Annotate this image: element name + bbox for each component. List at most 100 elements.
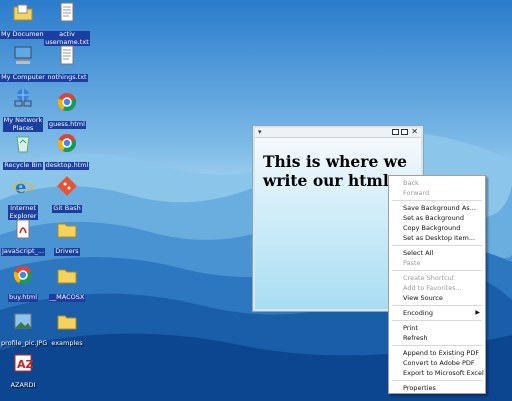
menu-item-append-to-existing-pdf[interactable]: Append to Existing PDF xyxy=(389,348,485,358)
system-menu-icon[interactable]: ▾ xyxy=(258,128,262,136)
desktop-icon-label: My Computer xyxy=(0,73,46,82)
azardi-icon: AZ xyxy=(12,353,34,373)
folder-icon xyxy=(56,219,78,239)
desktop-icon-label: Internet Explorer xyxy=(8,204,38,220)
git-bash-icon xyxy=(56,176,78,196)
chrome-icon xyxy=(12,265,34,285)
desktop-icon[interactable]: JavaScript_... xyxy=(0,219,46,256)
desktop-icon[interactable]: activ username.txt xyxy=(44,2,90,46)
desktop-icon-label: nothings.txt xyxy=(46,73,88,82)
chrome-icon xyxy=(56,92,78,112)
desktop-icon-label: guess.html xyxy=(48,120,86,129)
menu-item-label: Print xyxy=(403,324,418,332)
desktop-icon[interactable]: __MACOSX xyxy=(44,265,90,302)
menu-separator xyxy=(392,320,482,321)
desktop-icon-label: desktop.html xyxy=(44,161,90,170)
desktop-icon-label: My Network Places xyxy=(2,116,44,132)
desktop-icon-label: Drivers xyxy=(54,247,80,256)
menu-item-label: Add to Favorites... xyxy=(403,284,462,292)
desktop-icon-label: Git Bash xyxy=(52,204,82,213)
menu-item-select-all[interactable]: Select All xyxy=(389,248,485,258)
desktop-icon[interactable]: Git Bash xyxy=(44,176,90,213)
desktop-icon-label: examples xyxy=(51,339,83,347)
desktop-icon-label: JavaScript_... xyxy=(0,247,46,256)
menu-item-paste: Paste xyxy=(389,258,485,268)
desktop-icon[interactable]: e Internet Explorer xyxy=(0,176,46,220)
folder-icon xyxy=(56,265,78,285)
desktop-icon[interactable]: buy.html xyxy=(0,265,46,302)
menu-item-label: Paste xyxy=(403,259,421,267)
desktop-icon[interactable]: profile_pic.JPG xyxy=(0,311,48,348)
desktop-icon[interactable]: My Documents xyxy=(0,2,51,39)
menu-item-label: Save Background As... xyxy=(403,204,476,212)
menu-separator xyxy=(392,200,482,201)
svg-text:AZ: AZ xyxy=(17,358,34,371)
internet-explorer-icon: e xyxy=(12,176,34,198)
menu-separator xyxy=(392,345,482,346)
minimize-button[interactable] xyxy=(392,129,399,135)
menu-item-label: Convert to Adobe PDF xyxy=(403,359,475,367)
menu-item-view-source[interactable]: View Source xyxy=(389,293,485,303)
menu-item-print[interactable]: Print xyxy=(389,323,485,333)
computer-icon xyxy=(12,45,34,65)
submenu-arrow-icon: ▶ xyxy=(475,309,480,316)
menu-item-label: Back xyxy=(403,179,419,187)
desktop-icon[interactable]: AZ AZARDI xyxy=(0,353,46,390)
menu-item-create-shortcut: Create Shortcut xyxy=(389,273,485,283)
desktop-icon[interactable]: nothings.txt xyxy=(44,45,90,82)
menu-item-copy-background[interactable]: Copy Background xyxy=(389,223,485,233)
menu-item-convert-to-adobe-pdf[interactable]: Convert to Adobe PDF xyxy=(389,358,485,368)
text-file-icon xyxy=(56,45,78,65)
close-button[interactable]: ✕ xyxy=(411,127,418,136)
menu-item-set-as-desktop-item[interactable]: Set as Desktop Item... xyxy=(389,233,485,243)
desktop-icon-label: buy.html xyxy=(7,293,39,302)
menu-item-label: Encoding xyxy=(403,309,433,317)
folder-icon xyxy=(56,311,78,331)
menu-item-set-as-background[interactable]: Set as Background xyxy=(389,213,485,223)
menu-separator xyxy=(392,380,482,381)
menu-item-label: Export to Microsoft Excel xyxy=(403,369,484,377)
desktop-icon-label: My Documents xyxy=(0,30,51,39)
menu-item-label: Forward xyxy=(403,189,430,197)
desktop-icon[interactable]: Drivers xyxy=(44,219,90,256)
menu-item-properties[interactable]: Properties xyxy=(389,383,485,393)
desktop-icon-label: __MACOSX xyxy=(48,293,86,302)
menu-separator xyxy=(392,245,482,246)
menu-item-encoding[interactable]: Encoding ▶ xyxy=(389,308,485,318)
maximize-button[interactable] xyxy=(401,129,408,135)
desktop-icon[interactable]: My Computer xyxy=(0,45,46,82)
desktop-icon-label: Recycle Bin xyxy=(3,161,43,170)
folder-documents-icon xyxy=(12,2,34,22)
menu-item-label: Copy Background xyxy=(403,224,461,232)
desktop-icon[interactable]: My Network Places xyxy=(0,88,46,132)
network-places-icon xyxy=(12,88,34,108)
desktop-icon[interactable]: guess.html xyxy=(44,92,90,129)
menu-item-export-to-microsoft-excel[interactable]: Export to Microsoft Excel xyxy=(389,368,485,378)
window-titlebar[interactable]: ▾ ✕ xyxy=(255,127,421,138)
context-menu: Back Forward Save Background As... Set as B… xyxy=(388,175,486,394)
desktop-icon-label: profile_pic.JPG xyxy=(1,339,48,347)
menu-item-label: Set as Desktop Item... xyxy=(403,234,476,242)
desktop-icon[interactable]: examples xyxy=(44,311,90,348)
menu-item-label: Append to Existing PDF xyxy=(403,349,480,357)
menu-item-label: Properties xyxy=(403,384,436,392)
menu-item-label: Create Shortcut xyxy=(403,274,455,282)
recycle-bin-icon xyxy=(12,133,34,153)
pdf-icon xyxy=(12,219,34,239)
menu-item-label: Refresh xyxy=(403,334,428,342)
menu-item-refresh[interactable]: Refresh xyxy=(389,333,485,343)
menu-item-label: View Source xyxy=(403,294,443,302)
menu-separator xyxy=(392,270,482,271)
menu-item-back: Back xyxy=(389,178,485,188)
chrome-icon xyxy=(56,133,78,153)
menu-item-label: Select All xyxy=(403,249,434,257)
menu-item-label: Set as Background xyxy=(403,214,464,222)
desktop-icon[interactable]: desktop.html xyxy=(44,133,90,170)
desktop-icon-label: activ username.txt xyxy=(44,30,90,46)
desktop-icon[interactable]: Recycle Bin xyxy=(0,133,46,170)
svg-text:e: e xyxy=(15,177,26,196)
menu-item-add-to-favorites: Add to Favorites... xyxy=(389,283,485,293)
menu-separator xyxy=(392,305,482,306)
menu-item-save-background-as[interactable]: Save Background As... xyxy=(389,203,485,213)
menu-item-forward: Forward xyxy=(389,188,485,198)
